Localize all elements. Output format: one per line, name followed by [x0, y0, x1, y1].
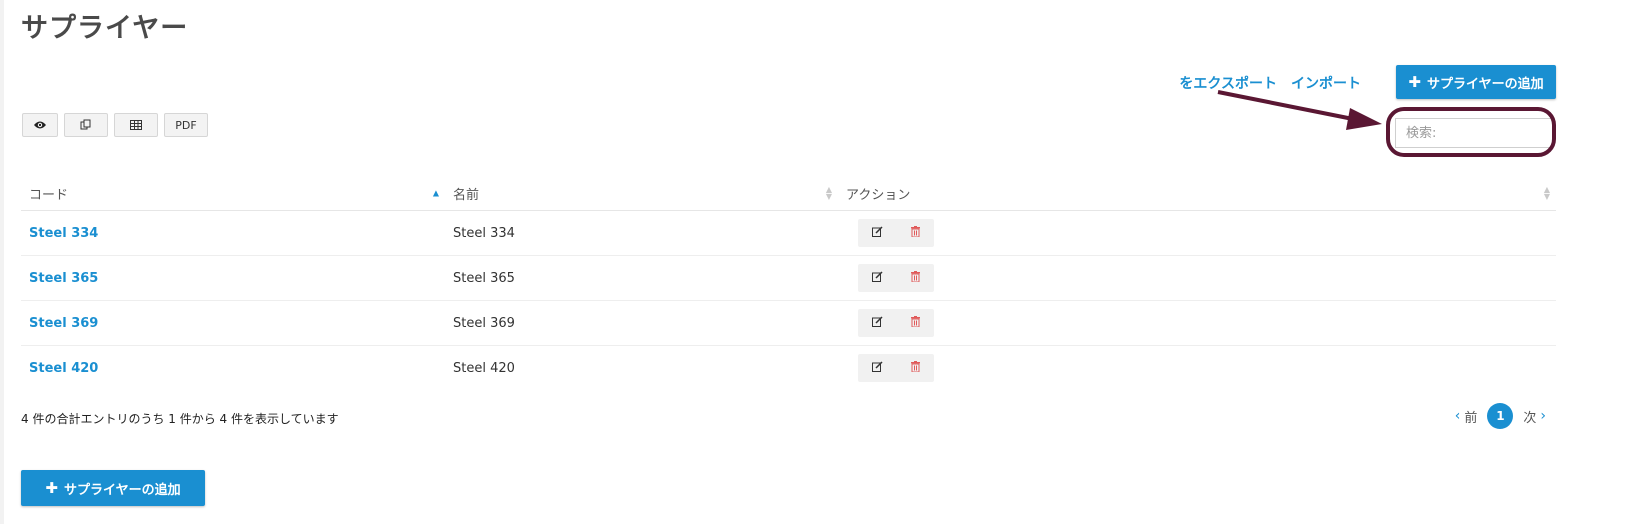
- edit-button[interactable]: [858, 264, 896, 292]
- supplier-code-link[interactable]: Steel 334: [29, 226, 98, 241]
- table-row: Steel 365 Steel 365: [21, 255, 1556, 301]
- row-actions: [858, 309, 934, 337]
- search-highlight-annotation: [1386, 107, 1556, 157]
- supplier-name: Steel 369: [445, 300, 838, 346]
- edit-icon: [871, 315, 883, 331]
- column-header-code-label: コード: [29, 187, 69, 203]
- table-icon: [130, 120, 142, 130]
- supplier-code-link[interactable]: Steel 420: [29, 361, 98, 376]
- table-toolbar: PDF: [22, 113, 208, 137]
- add-supplier-button-top[interactable]: ✚ サプライヤーの追加: [1396, 65, 1556, 99]
- supplier-name: Steel 420: [453, 360, 515, 376]
- left-border: [0, 0, 4, 524]
- supplier-code-link[interactable]: Steel 369: [29, 316, 98, 331]
- prev-page-button[interactable]: ‹ 前: [1455, 407, 1478, 426]
- pdf-label: PDF: [175, 118, 197, 132]
- csv-export-button[interactable]: [114, 113, 158, 137]
- trash-icon: [910, 360, 920, 376]
- edit-button[interactable]: [858, 219, 896, 247]
- column-visibility-button[interactable]: [22, 113, 58, 137]
- trash-icon: [910, 315, 920, 331]
- chevron-right-icon: ›: [1540, 408, 1546, 424]
- add-supplier-label: サプライヤーの追加: [63, 482, 181, 498]
- column-header-actions-label: アクション: [846, 187, 911, 203]
- supplier-code-link[interactable]: Steel 365: [29, 271, 98, 286]
- trash-icon: [910, 270, 920, 286]
- supplier-name: Steel 334: [445, 210, 838, 256]
- annotation-arrow-icon: [1210, 86, 1390, 140]
- column-header-actions[interactable]: アクション ▲ ▼: [838, 176, 1556, 211]
- column-header-name[interactable]: 名前 ▲ ▼: [445, 176, 838, 211]
- edit-icon: [871, 360, 883, 376]
- edit-icon: [871, 270, 883, 286]
- plus-icon: ✚: [45, 479, 58, 497]
- copy-button[interactable]: [64, 113, 108, 137]
- delete-button[interactable]: [896, 354, 934, 382]
- row-actions: [858, 354, 934, 382]
- table-info-summary: 4 件の合計エントリのうち 1 件から 4 件を表示しています: [21, 412, 339, 426]
- page-title: サプライヤー: [21, 13, 189, 44]
- edit-icon: [871, 225, 883, 241]
- delete-button[interactable]: [896, 309, 934, 337]
- add-supplier-button-bottom[interactable]: ✚ サプライヤーの追加: [21, 470, 205, 506]
- next-page-label: 次: [1523, 410, 1537, 426]
- next-page-button[interactable]: 次 ›: [1523, 407, 1546, 426]
- table-row: Steel 334 Steel 334: [21, 210, 1556, 256]
- edit-button[interactable]: [858, 309, 896, 337]
- supplier-name: Steel 365: [445, 255, 838, 301]
- edit-button[interactable]: [858, 354, 896, 382]
- trash-icon: [910, 225, 920, 241]
- column-header-code[interactable]: コード ▲: [21, 176, 445, 211]
- chevron-left-icon: ‹: [1454, 408, 1461, 424]
- plus-icon: ✚: [1408, 73, 1421, 91]
- copy-icon: [80, 119, 92, 131]
- eye-icon: [33, 120, 47, 130]
- pagination: ‹ 前 1 次 ›: [1455, 403, 1546, 429]
- sort-both-icon: ▲ ▼: [1543, 185, 1550, 201]
- pdf-export-button[interactable]: PDF: [164, 113, 208, 137]
- suppliers-table: コード ▲ 名前 ▲ ▼ アクション ▲ ▼ Steel 334 Steel 334…: [21, 176, 1556, 390]
- delete-button[interactable]: [896, 219, 934, 247]
- sort-both-icon: ▲ ▼: [825, 185, 832, 201]
- add-supplier-label: サプライヤーの追加: [1426, 76, 1544, 92]
- prev-page-label: 前: [1464, 410, 1478, 426]
- sort-asc-icon: ▲: [432, 188, 439, 198]
- table-row: Steel 420 Steel 420: [21, 346, 1556, 391]
- delete-button[interactable]: [896, 264, 934, 292]
- row-actions: [858, 219, 934, 247]
- column-header-name-label: 名前: [453, 187, 480, 203]
- row-actions: [858, 264, 934, 292]
- table-header-row: コード ▲ 名前 ▲ ▼ アクション ▲ ▼: [21, 176, 1556, 211]
- page-number-current[interactable]: 1: [1487, 403, 1514, 429]
- table-row: Steel 369 Steel 369: [21, 300, 1556, 346]
